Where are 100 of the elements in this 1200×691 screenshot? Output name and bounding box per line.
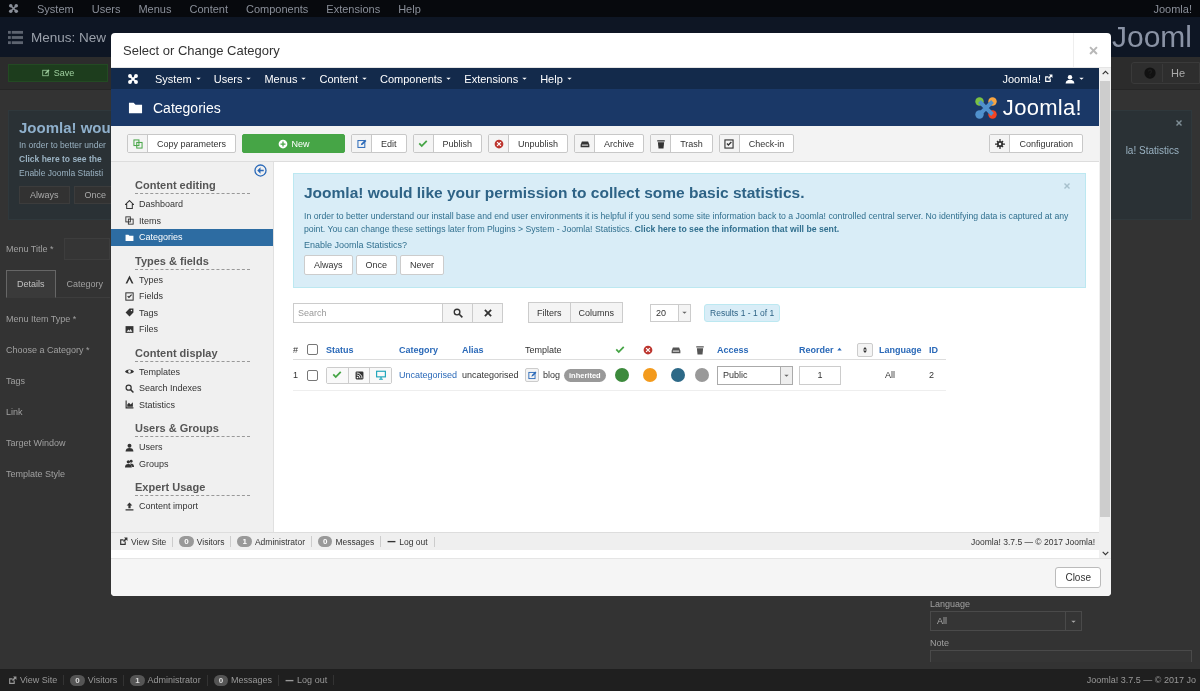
sidebar-item[interactable]: Search Indexes bbox=[111, 380, 273, 397]
sidebar-item[interactable]: Statistics bbox=[111, 396, 273, 413]
toolbar-button[interactable]: Check-in bbox=[718, 134, 795, 153]
image-icon bbox=[125, 324, 134, 334]
toolbar-button[interactable]: Archive bbox=[574, 134, 645, 153]
upload-icon bbox=[125, 501, 134, 511]
clear-button[interactable] bbox=[473, 302, 503, 323]
menu-item[interactable]: Help bbox=[398, 2, 421, 15]
toolbar-button[interactable]: Edit bbox=[351, 134, 407, 153]
column-header[interactable]: ID bbox=[929, 344, 943, 355]
user-menu[interactable] bbox=[1065, 73, 1085, 84]
filter-button[interactable]: Filters bbox=[528, 302, 571, 324]
count-badge: 0 bbox=[318, 536, 333, 547]
choice-button[interactable]: Always bbox=[304, 255, 353, 276]
menu-item[interactable]: System bbox=[37, 2, 74, 15]
row-checkbox[interactable] bbox=[307, 369, 318, 381]
caret-icon bbox=[445, 75, 453, 82]
input-field[interactable] bbox=[64, 238, 110, 260]
sidebar-item[interactable]: Templates bbox=[111, 363, 273, 380]
help-button[interactable]: He bbox=[1130, 62, 1200, 84]
sidebar-item[interactable]: Users bbox=[111, 439, 273, 456]
caret-icon bbox=[245, 75, 253, 82]
column-header[interactable]: Alias bbox=[462, 344, 525, 355]
menu-item[interactable]: Users bbox=[213, 72, 253, 85]
check-icon bbox=[332, 370, 343, 381]
choice-button[interactable]: Once bbox=[355, 255, 398, 276]
view-site-link[interactable]: View Site bbox=[20, 675, 58, 685]
save-button[interactable]: Save bbox=[8, 64, 108, 82]
close-icon bbox=[1063, 182, 1071, 190]
menu-item[interactable]: Extensions bbox=[326, 2, 381, 15]
column-header[interactable]: Category bbox=[399, 344, 462, 355]
site-link[interactable]: Joomla! bbox=[1002, 72, 1053, 85]
category-link[interactable]: Uncategorised bbox=[399, 370, 462, 381]
field-label: Link bbox=[6, 407, 24, 417]
external-link-icon bbox=[1044, 74, 1053, 83]
search-icon bbox=[452, 307, 463, 318]
sort-button[interactable] bbox=[857, 342, 873, 357]
id-cell-text: 2 bbox=[929, 370, 935, 381]
publish-toggle-button[interactable] bbox=[327, 367, 349, 383]
column-header[interactable]: Status bbox=[326, 344, 399, 355]
tab[interactable]: Details bbox=[6, 270, 56, 298]
site-link[interactable]: Joomla! bbox=[1153, 2, 1192, 15]
access-select[interactable]: Public bbox=[717, 365, 793, 385]
edit-button[interactable] bbox=[525, 368, 539, 383]
menu-item[interactable]: Content bbox=[189, 2, 228, 15]
column-header[interactable]: Reorder bbox=[799, 344, 857, 355]
count-badge: 0 bbox=[213, 674, 229, 686]
view-site-link[interactable]: View Site bbox=[131, 536, 167, 547]
search-field[interactable]: Search bbox=[293, 302, 443, 323]
sidebar-item[interactable]: Categories bbox=[111, 229, 273, 246]
log-out-link[interactable]: Log out bbox=[399, 536, 428, 547]
gear-icon bbox=[994, 138, 1005, 149]
message-title: Joomla! wou bbox=[19, 119, 112, 136]
toolbar-button[interactable]: Publish bbox=[412, 134, 483, 153]
menu-item[interactable]: Components bbox=[246, 2, 309, 15]
column-header[interactable]: Language bbox=[879, 344, 929, 355]
sidebar-item[interactable]: Files bbox=[111, 321, 273, 338]
message-question: Enable Joomla Statistics? bbox=[304, 240, 409, 251]
language-select[interactable]: All bbox=[930, 611, 1082, 631]
select-all-checkbox[interactable] bbox=[307, 344, 318, 356]
close-button[interactable]: Close bbox=[1055, 567, 1101, 588]
message-text: In order to better understand our install base and end user environments it is helpful if you send some site information back to a Joomla! controlled central server. No identifying data is captured at any point. You can change these settings later from Plugins > System - Joomla! Statistics. Click here to see the information that will be sent. bbox=[304, 210, 1070, 236]
search-button[interactable] bbox=[443, 302, 473, 323]
page-title: Categories bbox=[153, 99, 221, 116]
order-field[interactable]: 1 bbox=[799, 365, 841, 385]
menu-item[interactable]: Content bbox=[319, 72, 368, 85]
filter-button[interactable]: Columns bbox=[570, 302, 623, 324]
column-header[interactable]: Access bbox=[717, 344, 799, 355]
menu-item[interactable]: System bbox=[155, 72, 202, 85]
toolbar-button[interactable]: Copy parameters bbox=[127, 134, 237, 153]
choice-button[interactable]: Never bbox=[400, 255, 445, 276]
user-icon bbox=[1065, 73, 1075, 84]
menu-item[interactable]: Help bbox=[540, 72, 573, 85]
count-badge: 0 bbox=[70, 674, 85, 686]
page-title: Menus: New bbox=[31, 29, 107, 45]
menu-item[interactable]: Menus bbox=[138, 2, 172, 15]
sidebar-item[interactable]: Content import bbox=[111, 498, 273, 515]
monitor-icon bbox=[375, 370, 386, 381]
sidebar-item[interactable]: Groups bbox=[111, 455, 273, 472]
choice-button[interactable]: Always bbox=[19, 186, 70, 204]
toolbar-button[interactable]: Trash bbox=[650, 134, 713, 153]
log-out-link[interactable]: Log out bbox=[297, 675, 328, 685]
sidebar-heading: Users & Groups bbox=[135, 422, 250, 437]
caret-icon bbox=[1078, 75, 1085, 82]
status-label: Messages bbox=[231, 675, 273, 685]
caret-icon bbox=[361, 75, 368, 82]
list-limit-select[interactable]: 20 bbox=[650, 303, 691, 322]
menu-item[interactable]: Users bbox=[91, 2, 121, 15]
configuration-button[interactable]: Configuration bbox=[989, 134, 1083, 153]
feed-button[interactable] bbox=[348, 367, 371, 383]
logo-text: Jooml bbox=[1111, 20, 1192, 54]
toolbar-button[interactable]: Unpublish bbox=[488, 134, 569, 153]
menu-item[interactable]: Menus bbox=[264, 72, 308, 85]
edit-icon bbox=[41, 69, 50, 77]
menu-item[interactable]: Extensions bbox=[464, 72, 529, 85]
copy-icon bbox=[132, 138, 143, 149]
sidebar-item[interactable]: Items bbox=[111, 212, 273, 229]
sidebar-item[interactable]: Tags bbox=[111, 304, 273, 321]
menu-item[interactable]: Components bbox=[380, 72, 453, 85]
scrollbar[interactable] bbox=[1099, 68, 1111, 558]
